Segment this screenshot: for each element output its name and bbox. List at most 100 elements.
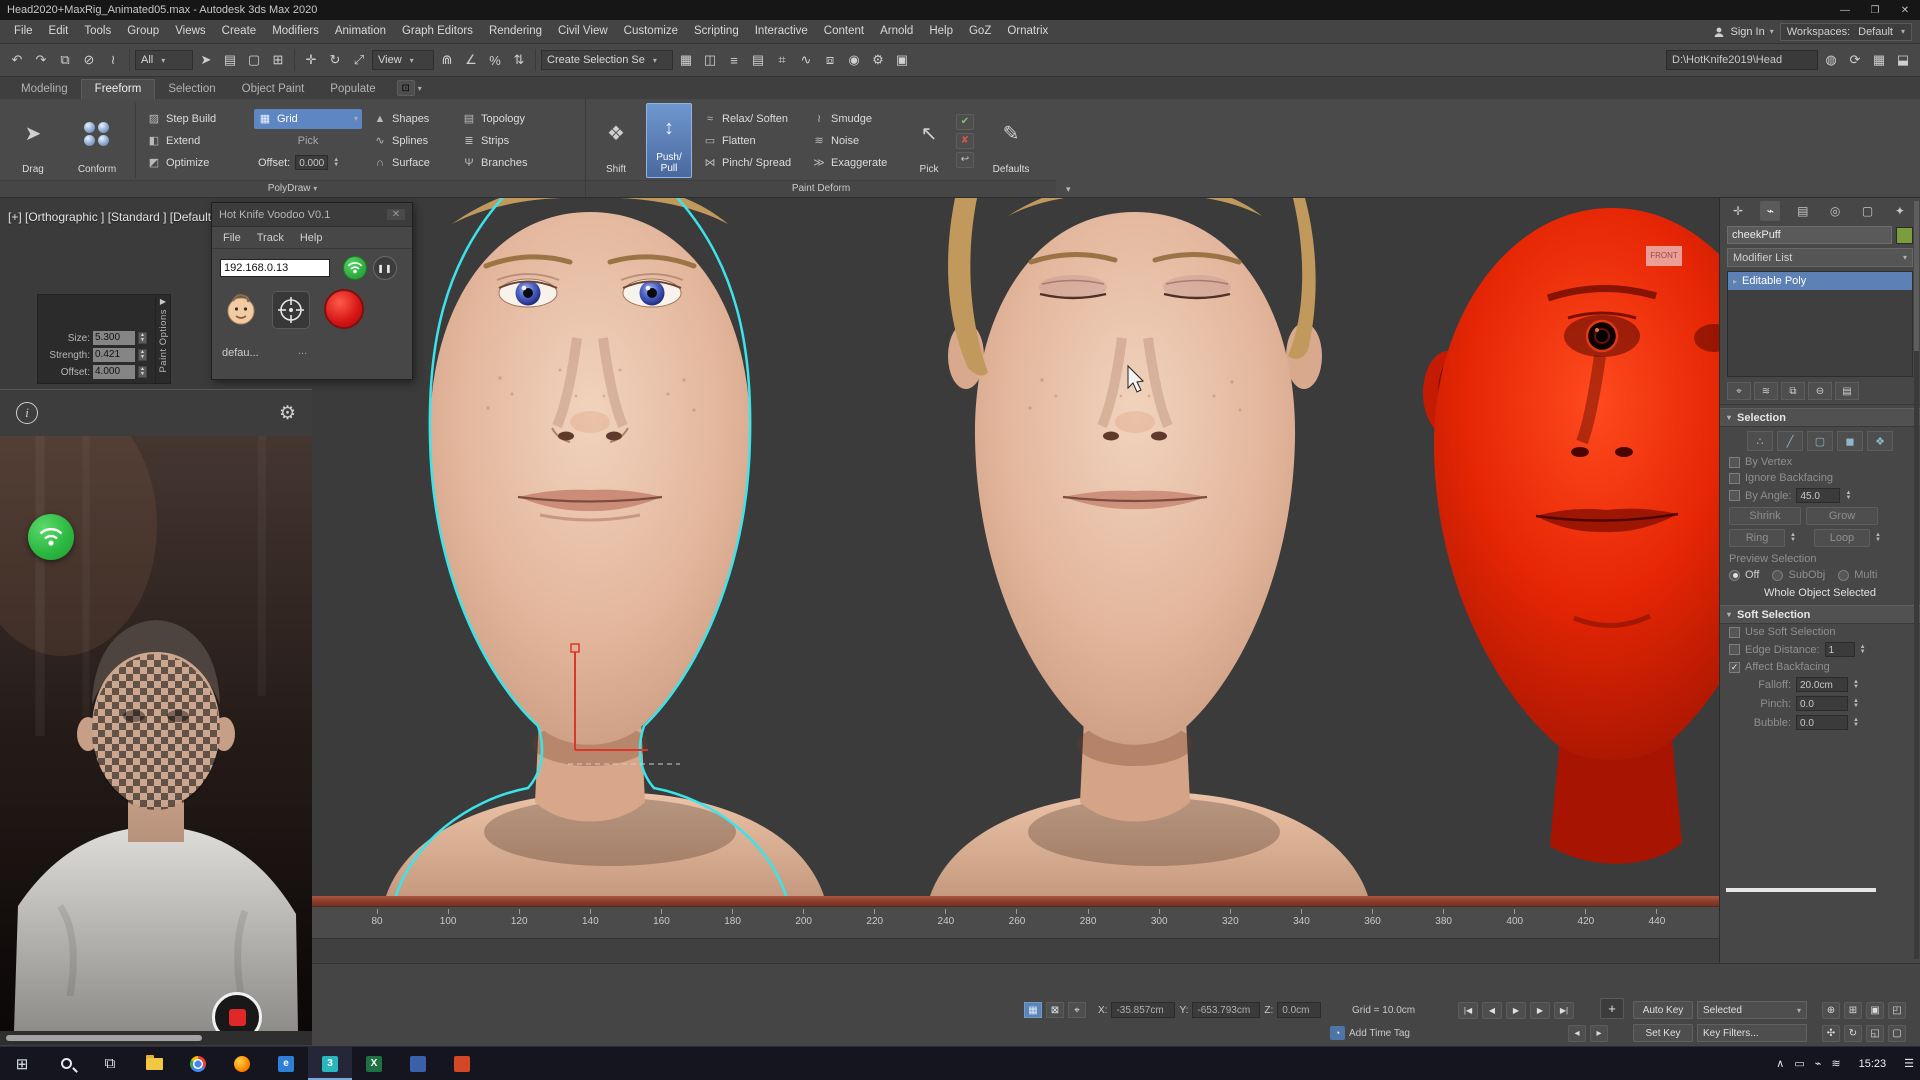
panel-scrollbar[interactable] <box>1914 201 1919 959</box>
revert-icon[interactable]: ↩ <box>956 152 974 168</box>
viewport-nav-extra-icon[interactable]: ▢ <box>1888 1025 1906 1042</box>
by-angle-checkbox[interactable] <box>1729 490 1740 501</box>
bind-to-spacewarp-icon[interactable]: ≀ <box>102 48 124 72</box>
grid-dropdown[interactable]: ▦Grid▾ <box>254 109 362 129</box>
viewport-layout-icon[interactable]: ▦ <box>1868 48 1890 72</box>
menu-item[interactable]: Graph Editors <box>394 20 481 43</box>
add-time-tag[interactable]: Add Time Tag <box>1349 1028 1410 1039</box>
info-icon[interactable]: i <box>16 402 38 424</box>
stack-item[interactable]: ▸ Editable Poly <box>1728 272 1912 290</box>
reference-coordinate-dropdown[interactable]: View▾ <box>372 50 434 70</box>
menu-item[interactable]: File <box>6 20 41 43</box>
paint-deform-group-label[interactable]: Paint Deform <box>586 180 1056 197</box>
select-and-link-icon[interactable]: ⧉ <box>54 48 76 72</box>
branches-button[interactable]: ΨBranches <box>458 153 548 173</box>
angle-snap-icon[interactable]: ∠ <box>460 48 482 72</box>
use-soft-selection-checkbox[interactable] <box>1729 627 1740 638</box>
tray-icon-1[interactable]: ▭ <box>1794 1057 1804 1070</box>
gear-icon[interactable]: ⚙ <box>279 402 296 425</box>
utilities-tab-icon[interactable]: ✦ <box>1890 201 1910 221</box>
spinner[interactable]: ▲▼ <box>138 332 147 344</box>
offset-value[interactable]: 0.000 <box>295 155 328 170</box>
calibrate-target-button[interactable] <box>272 291 310 329</box>
new-key-in-icon[interactable]: ◂ <box>1568 1025 1586 1042</box>
motion-tab-icon[interactable]: ◎ <box>1825 201 1845 221</box>
caddy-expand-icon[interactable]: ▶ <box>160 297 166 306</box>
paint-option-value[interactable]: 5.300 <box>93 331 135 345</box>
record-button[interactable] <box>324 289 364 329</box>
set-key-button[interactable]: Set Key <box>1633 1024 1693 1042</box>
shapes-button[interactable]: ▲Shapes <box>369 109 451 129</box>
menu-item[interactable]: Interactive <box>747 20 816 43</box>
pin-stack-icon[interactable]: ⌖ <box>1727 382 1751 400</box>
grow-button[interactable]: Grow <box>1806 507 1878 525</box>
select-scale-icon[interactable]: ⤢ <box>348 48 370 72</box>
auto-key-button[interactable]: Auto Key <box>1633 1001 1693 1019</box>
pick-button[interactable]: Pick <box>254 131 362 151</box>
menu-item[interactable]: Scripting <box>686 20 747 43</box>
zoom-icon[interactable]: ⊕ <box>1822 1002 1840 1019</box>
spinner[interactable]: ▲▼ <box>1853 718 1859 728</box>
falloff-value[interactable]: 20.0cm <box>1796 677 1848 692</box>
select-rotate-icon[interactable]: ↻ <box>324 48 346 72</box>
noise-button[interactable]: ≋Noise <box>808 131 902 151</box>
configure-modifier-sets-icon[interactable]: ▤ <box>1835 382 1859 400</box>
push-pull-button[interactable]: ↕ Push/ Pull <box>646 103 692 178</box>
spinner[interactable]: ▲▼ <box>138 349 147 361</box>
ribbon-config-icon[interactable]: ⊡ <box>397 80 415 96</box>
cancel-icon[interactable]: ✘ <box>956 133 974 149</box>
schematic-view-icon[interactable]: ⧈ <box>819 48 841 72</box>
z-coordinate-value[interactable]: 0.0cm <box>1277 1002 1321 1018</box>
webcam-scrollbar[interactable] <box>0 1031 312 1045</box>
isolate-selection-icon[interactable]: ▦ <box>1024 1002 1042 1018</box>
workspaces-dropdown[interactable]: Workspaces: Default ▾ <box>1780 23 1912 41</box>
object-name-field[interactable] <box>1727 226 1892 244</box>
render-setup-icon[interactable]: ⚙ <box>867 48 889 72</box>
selection-filter-dropdown[interactable]: All▾ <box>135 50 193 70</box>
excel-button[interactable]: X <box>352 1047 396 1080</box>
x-coordinate-value[interactable]: -35.857cm <box>1111 1002 1175 1018</box>
select-by-name-icon[interactable]: ▤ <box>219 48 241 72</box>
menu-item[interactable]: Create <box>214 20 265 43</box>
app-button-2[interactable] <box>440 1047 484 1080</box>
menu-item[interactable]: Rendering <box>481 20 550 43</box>
edge-mode-icon[interactable]: ╱ <box>1777 431 1803 451</box>
task-view-button[interactable]: ⧉ <box>88 1047 132 1080</box>
pan-icon[interactable]: ✣ <box>1822 1025 1840 1042</box>
render-icon[interactable]: ◍ <box>1820 48 1842 72</box>
align-icon[interactable]: ≡ <box>723 48 745 72</box>
viewport-label[interactable]: [+] [Orthographic ] [Standard ] [Default… <box>8 210 221 224</box>
ignore-backfacing-checkbox[interactable] <box>1729 473 1740 484</box>
rectangular-region-icon[interactable]: ▢ <box>243 48 265 72</box>
selection-set-dropdown[interactable]: Selected ▾ <box>1697 1001 1807 1019</box>
snaps-toggle-icon[interactable]: ⋒ <box>436 48 458 72</box>
optimize-button[interactable]: ◩Optimize <box>143 153 247 173</box>
menu-item[interactable]: Modifiers <box>264 20 327 43</box>
spinner[interactable]: ▲▼ <box>1853 699 1859 709</box>
hotknife-menu-item[interactable]: File <box>216 232 248 244</box>
spinner[interactable]: ▲▼ <box>1860 645 1866 655</box>
polydraw-group-label[interactable]: PolyDraw ▾ <box>0 180 585 197</box>
close-icon[interactable]: ✕ <box>1890 0 1920 20</box>
go-to-start-button[interactable]: |◀ <box>1458 1002 1478 1019</box>
spinner[interactable]: ▲▼ <box>1875 533 1881 543</box>
absolute-mode-icon[interactable]: ⌖ <box>1068 1002 1086 1018</box>
hotknife-menu-item[interactable]: Help <box>293 232 330 244</box>
ribbon-collapse-icon[interactable]: ▾ <box>1066 184 1071 195</box>
remove-modifier-icon[interactable]: ⊖ <box>1808 382 1832 400</box>
pinch-spread-button[interactable]: ⋈Pinch/ Spread <box>699 153 801 173</box>
paint-option-value[interactable]: 0.421 <box>93 348 135 362</box>
drag-button[interactable]: ➤ Drag <box>7 103 59 178</box>
element-mode-icon[interactable]: ❖ <box>1867 431 1893 451</box>
ring-button[interactable]: Ring <box>1729 529 1785 547</box>
panel-scroll-indicator[interactable] <box>1726 888 1876 892</box>
menu-item[interactable]: Arnold <box>872 20 921 43</box>
curve-editor-icon[interactable]: ∿ <box>795 48 817 72</box>
app-button-1[interactable] <box>396 1047 440 1080</box>
edge-distance-value[interactable]: 1 <box>1825 642 1855 657</box>
previous-frame-button[interactable]: ◀ <box>1482 1002 1502 1019</box>
commit-icon[interactable]: ✔ <box>956 114 974 130</box>
menu-item[interactable]: Animation <box>327 20 394 43</box>
edge-button[interactable]: e <box>264 1047 308 1080</box>
preview-off-radio[interactable] <box>1729 570 1740 581</box>
